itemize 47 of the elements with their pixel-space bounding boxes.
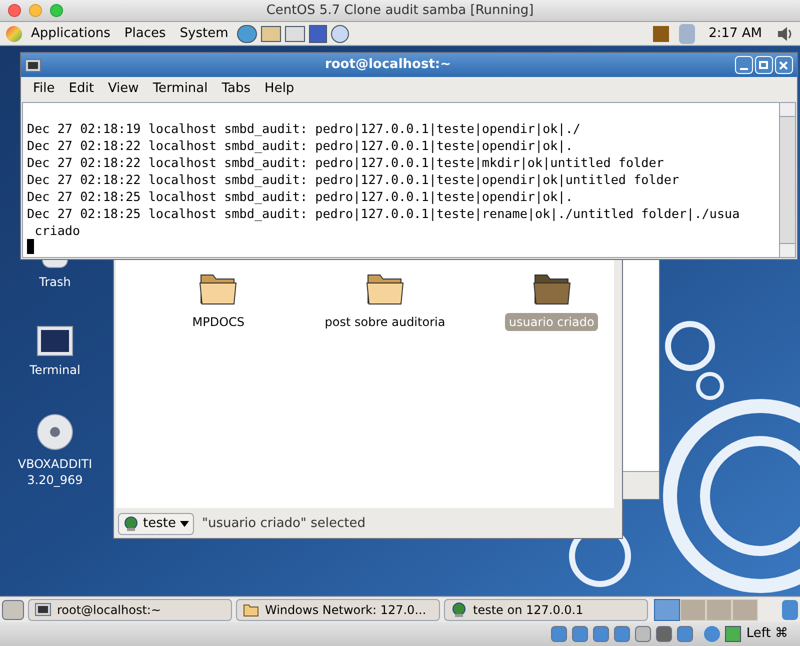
minimize-button[interactable] — [29, 4, 42, 17]
globe-icon — [451, 602, 467, 618]
terminal-line: Dec 27 02:18:25 localhost smbd_audit: pedro|127.0.0.1|teste|opendir|ok|. — [27, 188, 573, 205]
terminal-line: Dec 27 02:18:22 localhost smbd_audit: pedro|127.0.0.1|teste|opendir|ok|untitled folder — [27, 171, 680, 188]
terminal-icon — [37, 326, 73, 356]
globe-icon — [123, 516, 139, 532]
terminal-line: Dec 27 02:18:19 localhost smbd_audit: pedro|127.0.0.1|teste|opendir|ok|./ — [27, 120, 580, 137]
panel-menu[interactable]: Places — [119, 24, 171, 44]
terminal-line: criado — [34, 222, 80, 239]
panel-menu[interactable]: System — [174, 24, 234, 44]
maximize-button[interactable] — [754, 56, 773, 74]
desktop-icon-label[interactable]: Trash — [39, 274, 71, 290]
taskbar-button[interactable]: Windows Network: 127.0... — [236, 598, 440, 620]
taskbar-button[interactable]: root@localhost:~ — [28, 598, 232, 620]
show-desktop-icon[interactable] — [2, 600, 24, 620]
folder-icon — [243, 602, 259, 616]
location-dropdown[interactable]: teste — [118, 513, 194, 535]
host-key-label: Left ⌘ — [746, 625, 788, 644]
taskbar-button[interactable]: teste on 127.0.0.1 — [444, 598, 648, 620]
caret-icon — [180, 521, 189, 527]
terminal-line: Dec 27 02:18:22 localhost smbd_audit: pedro|127.0.0.1|teste|opendir|ok|. — [27, 137, 573, 154]
zoom-button[interactable] — [50, 4, 63, 17]
volume-icon[interactable] — [776, 24, 794, 42]
menu-item[interactable]: Edit — [62, 79, 100, 99]
menu-item[interactable]: File — [27, 79, 61, 99]
terminal-line: Dec 27 02:18:22 localhost smbd_audit: pedro|127.0.0.1|teste|mkdir|ok|untitled folder — [27, 154, 664, 171]
menu-item[interactable]: Terminal — [146, 79, 214, 99]
workspace-switcher-cell[interactable] — [654, 598, 680, 620]
folder-label[interactable]: MPDOCS — [188, 313, 249, 331]
menu-item[interactable]: Tabs — [216, 79, 257, 99]
menu-item[interactable]: Help — [258, 79, 300, 99]
clock[interactable]: 2:17 AM — [698, 24, 772, 44]
desktop-icon-label[interactable]: Terminal — [30, 362, 80, 378]
terminal-line: Dec 27 02:18:25 localhost smbd_audit: pedro|127.0.0.1|teste|rename|ok|./untitled folder|./usua — [27, 205, 740, 222]
panel-menu[interactable]: Applications — [26, 24, 116, 44]
close-button[interactable] — [8, 4, 21, 17]
close-icon — [779, 60, 788, 70]
terminal-cursor — [27, 239, 34, 254]
scrollbar[interactable] — [779, 103, 795, 257]
desktop-icon-label[interactable]: VBOXADDITI 3.20_969 — [18, 456, 92, 488]
terminal-title: root@localhost:~ — [324, 56, 452, 74]
menu-item[interactable]: View — [102, 79, 145, 99]
terminal-icon — [35, 603, 51, 616]
terminal-icon — [25, 58, 41, 72]
folder-label[interactable]: post sobre auditoria — [320, 313, 450, 331]
window-title: CentOS 5.7 Clone audit samba [Running] — [266, 2, 534, 20]
status-text: "usuario criado" selected — [202, 515, 366, 534]
